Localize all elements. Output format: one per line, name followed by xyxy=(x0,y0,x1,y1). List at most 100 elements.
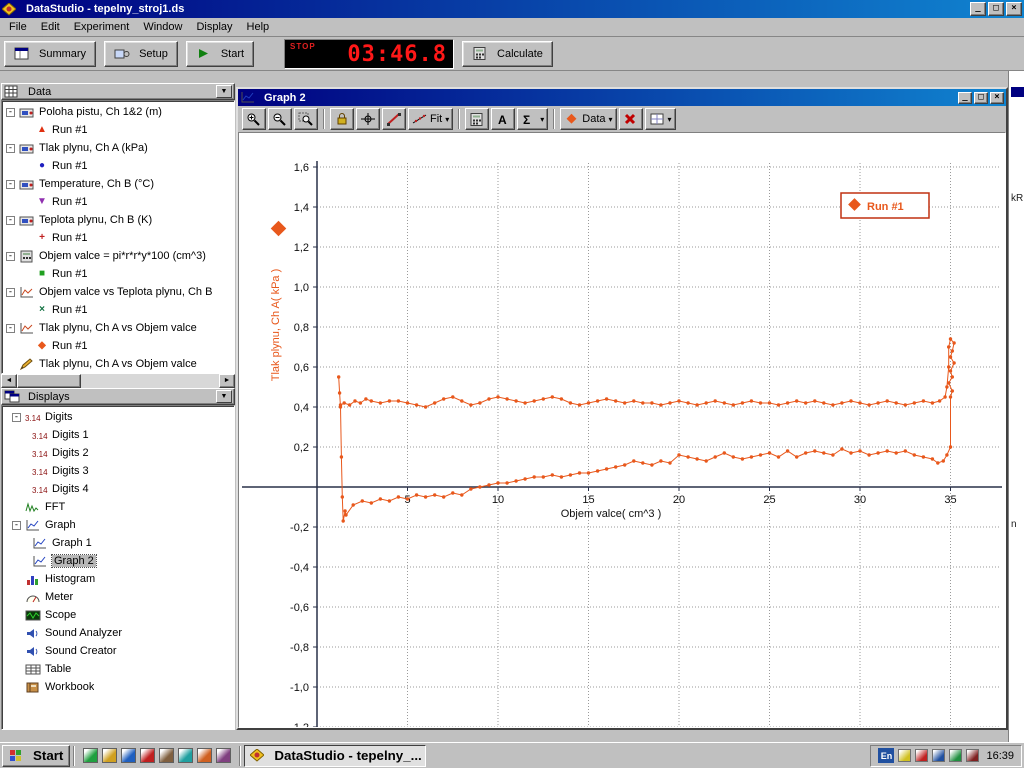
scroll-thumb[interactable] xyxy=(17,374,81,388)
display-child-item[interactable]: Graph 1 xyxy=(2,534,234,552)
menu-help[interactable]: Help xyxy=(240,19,277,35)
quicklaunch-2-icon[interactable] xyxy=(102,748,117,763)
calculator-button[interactable] xyxy=(465,108,489,130)
expand-toggle[interactable]: - xyxy=(6,288,15,297)
run-item[interactable]: ◆Run #1 xyxy=(2,337,234,355)
menu-experiment[interactable]: Experiment xyxy=(67,19,137,35)
menu-window[interactable]: Window xyxy=(136,19,189,35)
minimize-button[interactable]: _ xyxy=(970,2,986,16)
expand-toggle[interactable]: - xyxy=(12,521,21,530)
maximize-button[interactable]: □ xyxy=(988,2,1004,16)
svg-text:Run #1: Run #1 xyxy=(867,201,904,213)
summary-button[interactable]: Summary xyxy=(4,41,96,67)
display-item[interactable]: Sound Creator xyxy=(2,642,234,660)
data-item[interactable]: -Teplota plynu, Ch B (K) xyxy=(2,211,234,229)
run-item[interactable]: ●Run #1 xyxy=(2,157,234,175)
expand-toggle[interactable]: - xyxy=(12,413,21,422)
data-item[interactable]: Tlak plynu, Ch A vs Objem valce xyxy=(2,355,234,373)
plot-area[interactable]: 51015202530351,61,41,21,00,80,60,40,2-0,… xyxy=(238,132,1006,728)
data-tree-scrollbar[interactable]: ◄ ► xyxy=(1,374,235,388)
quicklaunch-4-icon[interactable] xyxy=(140,748,155,763)
datastudio-task-button[interactable]: DataStudio - tepelny_... xyxy=(244,745,426,767)
scroll-track[interactable] xyxy=(17,374,219,388)
menu-file[interactable]: File xyxy=(2,19,34,35)
run-item[interactable]: ▲Run #1 xyxy=(2,121,234,139)
smart-tool-button[interactable] xyxy=(356,108,380,130)
remove-button[interactable] xyxy=(619,108,643,130)
display-item[interactable]: Sound Analyzer xyxy=(2,624,234,642)
display-item[interactable]: Histogram xyxy=(2,570,234,588)
display-item[interactable]: FFT xyxy=(2,498,234,516)
data-item[interactable]: -Temperature, Ch B (°C) xyxy=(2,175,234,193)
quicklaunch-6-icon[interactable] xyxy=(178,748,193,763)
graph-window-titlebar[interactable]: Graph 2 _ □ × xyxy=(238,89,1006,106)
display-child-item[interactable]: 3.14Digits 4 xyxy=(2,480,234,498)
display-item[interactable]: Table xyxy=(2,660,234,678)
display-item[interactable]: -3.14Digits xyxy=(2,408,234,426)
expand-toggle[interactable]: - xyxy=(6,144,15,153)
graph-minimize-button[interactable]: _ xyxy=(958,92,972,104)
expand-toggle[interactable]: - xyxy=(6,216,15,225)
tray-5-icon[interactable] xyxy=(966,749,979,762)
data-item-label: Tlak plynu, Ch A vs Objem valce xyxy=(39,358,197,370)
tray-3-icon[interactable] xyxy=(932,749,945,762)
run-item[interactable]: ×Run #1 xyxy=(2,301,234,319)
scroll-right-button[interactable]: ► xyxy=(219,374,235,388)
zoom-out-button[interactable] xyxy=(268,108,292,130)
fit-menu-button[interactable]: Fit▾ xyxy=(408,108,453,130)
close-button[interactable]: × xyxy=(1006,2,1022,16)
quicklaunch-8-icon[interactable] xyxy=(216,748,231,763)
data-item[interactable]: -Objem valce vs Teplota plynu, Ch B xyxy=(2,283,234,301)
display-child-item[interactable]: 3.14Digits 1 xyxy=(2,426,234,444)
settings-menu-button[interactable]: ▾ xyxy=(645,108,676,130)
quicklaunch-7-icon[interactable] xyxy=(197,748,212,763)
slope-tool-button[interactable] xyxy=(382,108,406,130)
scroll-left-button[interactable]: ◄ xyxy=(1,374,17,388)
displays-dropdown-button[interactable]: ▼ xyxy=(216,390,232,403)
expand-toggle[interactable]: - xyxy=(6,324,15,333)
data-item[interactable]: -Objem valce = pi*r*r*y*100 (cm^3) xyxy=(2,247,234,265)
tray-2-icon[interactable] xyxy=(915,749,928,762)
zoom-select-button[interactable] xyxy=(294,108,318,130)
menu-edit[interactable]: Edit xyxy=(34,19,67,35)
display-child-item[interactable]: 3.14Digits 3 xyxy=(2,462,234,480)
display-child-item[interactable]: 3.14Digits 2 xyxy=(2,444,234,462)
data-item[interactable]: -Tlak plynu, Ch A (kPa) xyxy=(2,139,234,157)
data-dropdown-button[interactable]: ▼ xyxy=(216,85,232,98)
display-item[interactable]: Scope xyxy=(2,606,234,624)
run-item[interactable]: +Run #1 xyxy=(2,229,234,247)
taskbar-clock: 16:39 xyxy=(986,750,1014,762)
scale-to-fit-button[interactable] xyxy=(330,108,354,130)
display-item[interactable]: -Graph xyxy=(2,516,234,534)
expand-toggle[interactable]: - xyxy=(6,108,15,117)
expand-toggle[interactable]: - xyxy=(6,252,15,261)
run-label: Run #1 xyxy=(52,232,87,244)
calculate-button[interactable]: Calculate xyxy=(462,41,553,67)
display-child-label: Digits 4 xyxy=(52,483,89,495)
run-item[interactable]: ▼Run #1 xyxy=(2,193,234,211)
data-item[interactable]: -Tlak plynu, Ch A vs Objem valce xyxy=(2,319,234,337)
display-child-item[interactable]: Graph 2 xyxy=(2,552,234,570)
start-button[interactable]: Start xyxy=(186,41,254,67)
dropdown-arrow-icon: ▾ xyxy=(540,115,544,124)
quicklaunch-1-icon[interactable] xyxy=(83,748,98,763)
data-item[interactable]: -Poloha pistu, Ch 1&2 (m) xyxy=(2,103,234,121)
zoom-in-button[interactable] xyxy=(242,108,266,130)
statistics-menu-button[interactable]: Σ▾ xyxy=(517,108,548,130)
tray-4-icon[interactable] xyxy=(949,749,962,762)
data-menu-button[interactable]: Data▾ xyxy=(560,108,616,130)
menu-display[interactable]: Display xyxy=(189,19,239,35)
keyboard-layout-indicator[interactable]: En xyxy=(878,748,894,763)
expand-toggle[interactable]: - xyxy=(6,180,15,189)
display-item[interactable]: Meter xyxy=(2,588,234,606)
run-item[interactable]: ■Run #1 xyxy=(2,265,234,283)
annotation-button[interactable]: A xyxy=(491,108,515,130)
graph-close-button[interactable]: × xyxy=(990,92,1004,104)
setup-button[interactable]: Setup xyxy=(104,41,178,67)
quicklaunch-3-icon[interactable] xyxy=(121,748,136,763)
tray-1-icon[interactable] xyxy=(898,749,911,762)
graph-maximize-button[interactable]: □ xyxy=(974,92,988,104)
display-item[interactable]: Workbook xyxy=(2,678,234,696)
start-menu-button[interactable]: Start xyxy=(2,745,70,767)
quicklaunch-5-icon[interactable] xyxy=(159,748,174,763)
